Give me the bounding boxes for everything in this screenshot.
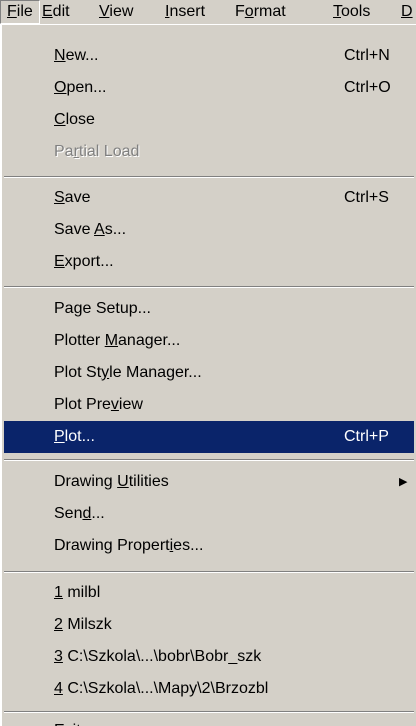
menu-separator	[4, 286, 414, 288]
menu-item-plot-preview[interactable]: Plot Preview	[4, 389, 414, 421]
menu-item-label: Drawing Properties...	[54, 537, 204, 554]
menu-item-label: Plotter Manager...	[54, 332, 181, 349]
menu-tools[interactable]: Tools	[327, 0, 376, 24]
menu-separator	[4, 176, 414, 178]
shortcut-label: Ctrl+N	[344, 47, 390, 64]
menu-item-label: 2 Milszk	[54, 616, 112, 633]
menu-file[interactable]: File	[0, 0, 40, 24]
menu-item-drawing-utilities[interactable]: Drawing Utilities ▶	[4, 466, 414, 498]
menu-item-plot[interactable]: Plot... Ctrl+P	[4, 421, 414, 453]
menu-item-recent-3[interactable]: 3 C:\Szkola\...\bobr\Bobr_szk	[4, 641, 414, 673]
menu-item-label: Close	[54, 111, 95, 128]
menu-item-label: Page Setup...	[54, 300, 151, 317]
menu-item-send[interactable]: Send...	[4, 498, 414, 530]
menu-item-new[interactable]: New... Ctrl+N	[4, 40, 414, 72]
menu-view[interactable]: View	[93, 0, 139, 24]
menu-item-save[interactable]: Save Ctrl+S	[4, 182, 414, 214]
menu-item-label: Save	[54, 189, 91, 206]
menu-item-label: New...	[54, 47, 99, 64]
menu-item-label: Save As...	[54, 221, 127, 238]
menu-edit[interactable]: Edit	[36, 0, 76, 24]
menu-item-label: Plot Style Manager...	[54, 364, 202, 381]
menu-item-label: Exit	[54, 715, 81, 726]
menu-item-recent-4[interactable]: 4 C:\Szkola\...\Mapy\2\Brzozbl	[4, 673, 414, 705]
menu-item-drawing-properties[interactable]: Drawing Properties...	[4, 530, 414, 562]
menu-draw[interactable]: D	[395, 0, 416, 24]
menu-separator	[4, 571, 414, 573]
menu-item-plot-style-manager[interactable]: Plot Style Manager...	[4, 357, 414, 389]
menu-item-open[interactable]: Open... Ctrl+O	[4, 72, 414, 104]
shortcut-label: Ctrl+P	[344, 428, 389, 445]
menu-item-label: Export...	[54, 253, 114, 270]
submenu-arrow-icon: ▶	[399, 476, 408, 488]
menu-item-label: Plot...	[54, 428, 95, 445]
menu-item-exit[interactable]: Exit	[4, 715, 414, 726]
menu-item-partial-load: Partial Load	[4, 136, 414, 168]
menu-item-label: Partial Load	[54, 143, 140, 160]
shortcut-label: Ctrl+O	[344, 79, 391, 96]
menu-separator	[4, 459, 414, 461]
menu-item-page-setup[interactable]: Page Setup...	[4, 293, 414, 325]
menu-item-label: 4 C:\Szkola\...\Mapy\2\Brzozbl	[54, 680, 269, 697]
menu-item-label: 3 C:\Szkola\...\bobr\Bobr_szk	[54, 648, 262, 665]
menu-bar: File Edit View Insert Format Tools D	[0, 0, 416, 24]
menu-item-label: 1 milbl	[54, 584, 101, 601]
menu-item-label: Drawing Utilities	[54, 473, 169, 490]
menu-item-plotter-manager[interactable]: Plotter Manager...	[4, 325, 414, 357]
menu-item-recent-1[interactable]: 1 milbl	[4, 577, 414, 609]
menu-item-label: Open...	[54, 79, 107, 96]
menu-item-close[interactable]: Close	[4, 104, 414, 136]
menu-format[interactable]: Format	[229, 0, 292, 24]
menu-separator	[4, 711, 414, 713]
menu-insert[interactable]: Insert	[159, 0, 211, 24]
shortcut-label: Ctrl+S	[344, 189, 389, 206]
menu-item-save-as[interactable]: Save As...	[4, 214, 414, 246]
menu-item-label: Plot Preview	[54, 396, 143, 413]
menu-item-export[interactable]: Export...	[4, 246, 414, 278]
menu-item-label: Send...	[54, 505, 105, 522]
menu-item-recent-2[interactable]: 2 Milszk	[4, 609, 414, 641]
file-menu-dropdown: New... Ctrl+N Open... Ctrl+O Close Parti…	[0, 24, 416, 726]
